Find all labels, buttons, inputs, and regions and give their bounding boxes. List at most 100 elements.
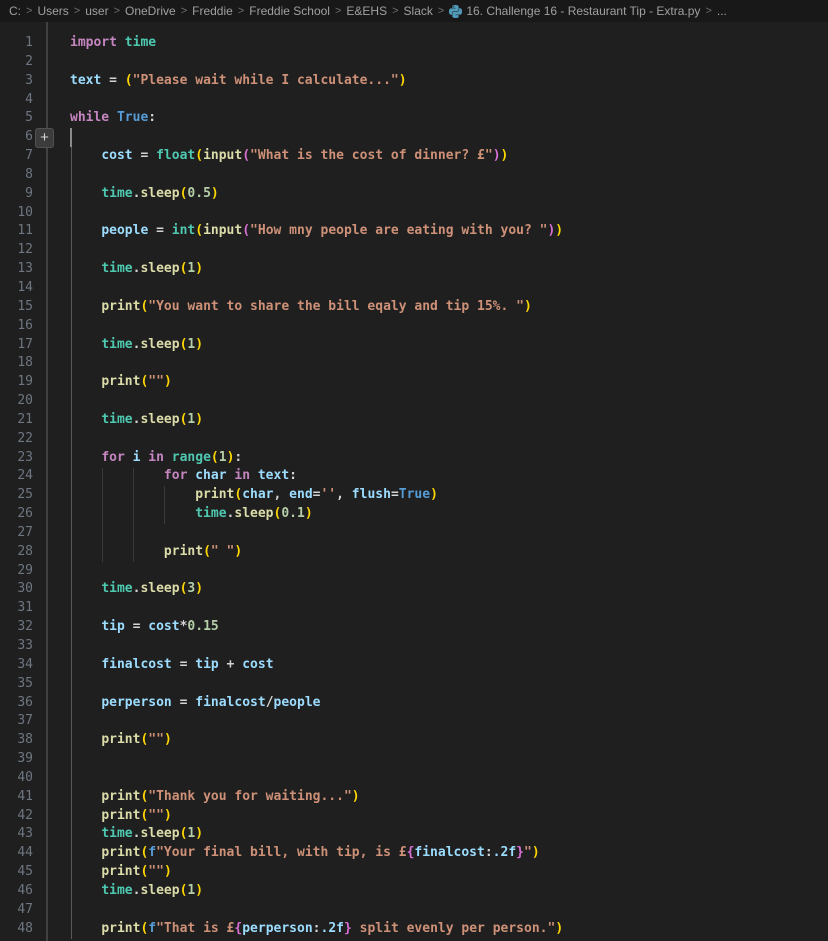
line-number[interactable]: 41 <box>0 788 33 807</box>
line-number[interactable]: 42 <box>0 807 33 826</box>
line-number[interactable]: 25 <box>0 486 33 505</box>
code-editor[interactable]: 1import time23text = ("Please wait while… <box>0 22 828 941</box>
line-number[interactable]: 40 <box>0 769 33 788</box>
line-number[interactable]: 7 <box>0 147 33 166</box>
line-number[interactable]: 13 <box>0 260 33 279</box>
line-number[interactable]: 24 <box>0 467 33 486</box>
code-line[interactable]: 40 <box>0 769 828 788</box>
code-line[interactable]: 14 <box>0 279 828 298</box>
line-number[interactable]: 18 <box>0 354 33 373</box>
line-number[interactable]: 4 <box>0 91 33 110</box>
code-line[interactable]: 44 print(f"Your final bill, with tip, is… <box>0 844 828 863</box>
code-line[interactable]: 10 <box>0 204 828 223</box>
code-line[interactable]: 23 for i in range(1): <box>0 449 828 468</box>
code-line[interactable]: 45 print("") <box>0 863 828 882</box>
code-line[interactable]: 19 print("") <box>0 373 828 392</box>
line-number[interactable]: 11 <box>0 222 33 241</box>
line-number[interactable]: 21 <box>0 411 33 430</box>
line-number[interactable]: 31 <box>0 599 33 618</box>
line-number[interactable]: 2 <box>0 53 33 72</box>
code-line[interactable]: 9 time.sleep(0.5) <box>0 185 828 204</box>
line-number[interactable]: 37 <box>0 712 33 731</box>
code-line[interactable]: 18 <box>0 354 828 373</box>
code-line[interactable]: 2 <box>0 53 828 72</box>
line-number[interactable]: 27 <box>0 524 33 543</box>
code-line[interactable]: 39 <box>0 750 828 769</box>
gutter-plus-button[interactable]: + <box>35 128 54 148</box>
breadcrumb-item[interactable]: C: <box>9 4 21 18</box>
code-line[interactable]: 47 <box>0 901 828 920</box>
line-number[interactable]: 43 <box>0 825 33 844</box>
line-number[interactable]: 46 <box>0 882 33 901</box>
code-line[interactable]: 38 print("") <box>0 731 828 750</box>
code-line[interactable]: 4 <box>0 91 828 110</box>
breadcrumb-item[interactable]: Users <box>37 4 68 18</box>
code-line[interactable]: 27 <box>0 524 828 543</box>
breadcrumb-item[interactable]: user <box>85 4 108 18</box>
code-line[interactable]: 36 perperson = finalcost/people <box>0 694 828 713</box>
code-line[interactable]: 3text = ("Please wait while I calculate.… <box>0 72 828 91</box>
code-line[interactable]: 26 time.sleep(0.1) <box>0 505 828 524</box>
line-number[interactable]: 29 <box>0 562 33 581</box>
line-number[interactable]: 15 <box>0 298 33 317</box>
code-line[interactable]: 21 time.sleep(1) <box>0 411 828 430</box>
breadcrumb-item[interactable]: Freddie School <box>249 4 330 18</box>
code-line[interactable]: 30 time.sleep(3) <box>0 580 828 599</box>
line-number[interactable]: 36 <box>0 694 33 713</box>
code-line[interactable]: 12 <box>0 241 828 260</box>
line-number[interactable]: 19 <box>0 373 33 392</box>
line-number[interactable]: 5 <box>0 109 33 128</box>
code-line[interactable]: 48 print(f"That is £{perperson:.2f} spli… <box>0 920 828 939</box>
line-number[interactable]: 47 <box>0 901 33 920</box>
line-number[interactable]: 26 <box>0 505 33 524</box>
line-number[interactable]: 44 <box>0 844 33 863</box>
line-number[interactable]: 48 <box>0 920 33 939</box>
line-number[interactable]: 30 <box>0 580 33 599</box>
code-line[interactable]: 17 time.sleep(1) <box>0 336 828 355</box>
breadcrumb-item[interactable]: Freddie <box>192 4 233 18</box>
line-number[interactable]: 23 <box>0 449 33 468</box>
code-line[interactable]: 16 <box>0 317 828 336</box>
code-line[interactable]: 46 time.sleep(1) <box>0 882 828 901</box>
code-line[interactable]: 11 people = int(input("How mny people ar… <box>0 222 828 241</box>
code-line[interactable]: 42 print("") <box>0 807 828 826</box>
code-line[interactable]: 8 <box>0 166 828 185</box>
line-number[interactable]: 16 <box>0 317 33 336</box>
line-number[interactable]: 9 <box>0 185 33 204</box>
code-line[interactable]: 22 <box>0 430 828 449</box>
line-number[interactable]: 10 <box>0 204 33 223</box>
code-line[interactable]: 25 print(char, end='', flush=True) <box>0 486 828 505</box>
code-line[interactable]: 41 print("Thank you for waiting...") <box>0 788 828 807</box>
line-number[interactable]: 28 <box>0 543 33 562</box>
code-line[interactable]: 13 time.sleep(1) <box>0 260 828 279</box>
code-line[interactable]: 35 <box>0 675 828 694</box>
code-line[interactable]: 20 <box>0 392 828 411</box>
code-line[interactable]: 31 <box>0 599 828 618</box>
line-number[interactable]: 14 <box>0 279 33 298</box>
code-line[interactable]: 34 finalcost = tip + cost <box>0 656 828 675</box>
breadcrumb-item[interactable]: OneDrive <box>125 4 176 18</box>
breadcrumb-symbol-ellipsis[interactable]: ... <box>717 4 727 18</box>
code-line[interactable]: 5while True: <box>0 109 828 128</box>
code-line[interactable]: 28 print(" ") <box>0 543 828 562</box>
line-number[interactable]: 6 <box>0 128 33 147</box>
code-line[interactable]: 6 <box>0 128 828 147</box>
line-number[interactable]: 20 <box>0 392 33 411</box>
line-number[interactable]: 17 <box>0 336 33 355</box>
code-line[interactable]: 29 <box>0 562 828 581</box>
breadcrumb-file[interactable]: 16. Challenge 16 - Restaurant Tip - Extr… <box>449 4 700 18</box>
code-line[interactable]: 33 <box>0 637 828 656</box>
line-number[interactable]: 3 <box>0 72 33 91</box>
line-number[interactable]: 45 <box>0 863 33 882</box>
code-line[interactable]: 7 cost = float(input("What is the cost o… <box>0 147 828 166</box>
line-number[interactable]: 35 <box>0 675 33 694</box>
line-number[interactable]: 1 <box>0 34 33 53</box>
line-number[interactable]: 38 <box>0 731 33 750</box>
breadcrumb-item[interactable]: Slack <box>404 4 433 18</box>
code-line[interactable]: 32 tip = cost*0.15 <box>0 618 828 637</box>
code-line[interactable]: 43 time.sleep(1) <box>0 825 828 844</box>
code-line[interactable]: 15 print("You want to share the bill eqa… <box>0 298 828 317</box>
line-number[interactable]: 12 <box>0 241 33 260</box>
line-number[interactable]: 34 <box>0 656 33 675</box>
line-number[interactable]: 32 <box>0 618 33 637</box>
